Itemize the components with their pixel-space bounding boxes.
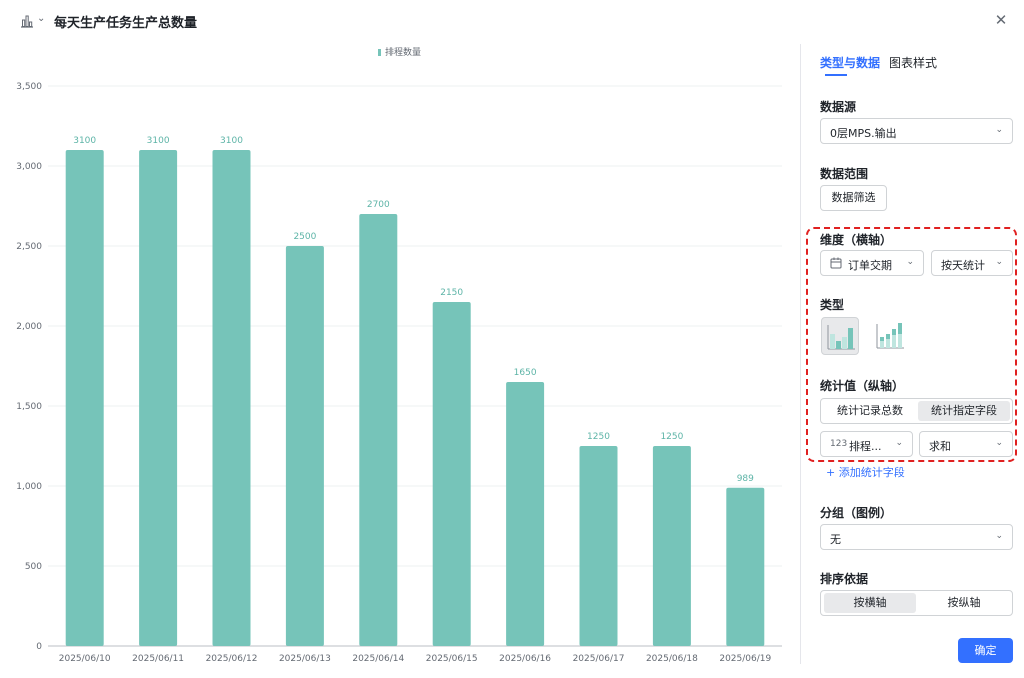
bar[interactable] (432, 302, 471, 646)
y-tick-label: 3,500 (16, 82, 42, 92)
y-tick-label: 3,000 (16, 162, 42, 172)
bar-value-label: 1650 (514, 368, 537, 378)
page-title: 每天生产任务生产总数量 (54, 16, 198, 31)
bar-value-label: 3100 (73, 136, 96, 146)
bar[interactable] (579, 446, 618, 646)
chevron-down-icon: ⌄ (995, 438, 1003, 448)
y-tick-label: 0 (36, 642, 42, 652)
settings-panel: 类型与数据 图表样式 数据源 0层MPS.输出 ⌄ 数据范围 数据筛选 维度（横… (801, 44, 1024, 678)
y-tick-label: 500 (25, 562, 42, 572)
group-value: 无 (830, 533, 841, 546)
dimension-field-select[interactable]: 订单交期 ⌄ (820, 250, 924, 276)
stacked-bar-type-option[interactable] (871, 317, 909, 355)
bar-value-label: 1250 (660, 432, 683, 442)
bar-chart: 0 500 1,000 1,500 2,000 2,500 3,000 3,500 3100 20… (16, 46, 782, 664)
measure-mode-toggle: 统计记录总数 统计指定字段 (820, 398, 1013, 424)
data-filter-button[interactable]: 数据筛选 (820, 185, 887, 211)
x-tick-label: 2025/06/19 (719, 654, 771, 664)
chevron-down-icon: ⌄ (995, 125, 1003, 135)
sort-by-y-option[interactable]: 按纵轴 (918, 593, 1010, 613)
tab-type-and-data[interactable]: 类型与数据 (820, 54, 880, 71)
bar-value-label: 989 (737, 474, 754, 484)
measure-field-value: 排程... (849, 440, 882, 453)
chevron-down-icon[interactable]: ⌄ (37, 13, 45, 24)
bar[interactable] (359, 214, 398, 646)
y-tick-label: 1,500 (16, 402, 42, 412)
data-source-select[interactable]: 0层MPS.输出 ⌄ (820, 118, 1013, 144)
measure-title: 统计值（纵轴） (820, 379, 905, 393)
bar-value-label: 2150 (440, 288, 463, 298)
bar-value-label: 2700 (367, 200, 390, 210)
add-measure-field-link[interactable]: + 添加统计字段 (826, 464, 905, 480)
y-tick-label: 2,500 (16, 242, 42, 252)
chevron-down-icon: ⌄ (906, 257, 914, 267)
x-tick-label: 2025/06/17 (573, 654, 625, 664)
bar[interactable] (285, 246, 324, 646)
data-source-value: 0层MPS.输出 (830, 127, 897, 140)
bar[interactable] (212, 150, 251, 646)
y-tick-label: 2,000 (16, 322, 42, 332)
chevron-down-icon: ⌄ (895, 438, 903, 448)
chevron-down-icon: ⌄ (995, 531, 1003, 541)
bar-chart-icon (827, 325, 855, 350)
y-tick-label: 1,000 (16, 482, 42, 492)
bar[interactable] (652, 446, 691, 646)
x-tick-label: 2025/06/12 (206, 654, 258, 664)
tab-chart-style[interactable]: 图表样式 (889, 54, 937, 71)
granularity-value: 按天统计 (941, 259, 985, 272)
aggregation-select[interactable]: 求和 ⌄ (919, 431, 1013, 457)
bar-chart-icon[interactable] (20, 14, 34, 28)
dimension-title: 维度（横轴） (820, 233, 893, 247)
group-title: 分组（图例） (820, 506, 893, 520)
number-field-icon: 123 (830, 439, 848, 449)
group-select[interactable]: 无 ⌄ (820, 524, 1013, 550)
dialog-header: ⌄ 每天生产任务生产总数量 ✕ (0, 0, 1024, 44)
calendar-icon (830, 257, 842, 269)
bar-value-label: 3100 (220, 136, 243, 146)
legend-label: 排程数量 (385, 46, 421, 58)
confirm-button[interactable]: 确定 (958, 638, 1013, 663)
bar[interactable] (65, 150, 104, 646)
type-title: 类型 (820, 298, 845, 312)
close-icon[interactable]: ✕ (993, 12, 1009, 28)
sort-toggle: 按横轴 按纵轴 (820, 590, 1013, 616)
granularity-select[interactable]: 按天统计 ⌄ (931, 250, 1013, 276)
x-tick-label: 2025/06/16 (499, 654, 551, 664)
sort-title: 排序依据 (820, 572, 869, 586)
x-tick-label: 2025/06/14 (352, 654, 404, 664)
x-tick-label: 2025/06/10 (59, 654, 111, 664)
data-range-title: 数据范围 (820, 167, 869, 181)
x-tick-label: 2025/06/15 (426, 654, 478, 664)
stacked-bar-chart-icon (876, 323, 904, 349)
legend-swatch (378, 49, 381, 56)
bar-value-label: 3100 (147, 136, 170, 146)
aggregation-value: 求和 (929, 440, 951, 453)
x-tick-label: 2025/06/18 (646, 654, 698, 664)
x-tick-label: 2025/06/11 (132, 654, 184, 664)
chart-area: 0 500 1,000 1,500 2,000 2,500 3,000 3,500 3100 20… (0, 40, 800, 670)
bar[interactable] (726, 487, 765, 646)
data-source-title: 数据源 (820, 100, 857, 114)
x-tick-label: 2025/06/13 (279, 654, 331, 664)
measure-field-select[interactable]: 123 排程... ⌄ (820, 431, 913, 457)
chevron-down-icon: ⌄ (995, 257, 1003, 267)
tab-underline (825, 74, 847, 76)
dimension-field-value: 订单交期 (848, 259, 892, 272)
bar[interactable] (506, 382, 545, 646)
chart-editor-dialog: ⌄ 每天生产任务生产总数量 ✕ 0 500 1,000 1,500 2,000 2,500… (0, 0, 1024, 678)
bar-value-label: 1250 (587, 432, 610, 442)
sort-by-x-option[interactable]: 按横轴 (824, 593, 916, 613)
specified-field-option[interactable]: 统计指定字段 (918, 401, 1010, 421)
count-records-option[interactable]: 统计记录总数 (824, 401, 916, 421)
bar-chart-type-option[interactable] (821, 317, 859, 355)
bar[interactable] (139, 150, 178, 646)
bar-value-label: 2500 (293, 232, 316, 242)
